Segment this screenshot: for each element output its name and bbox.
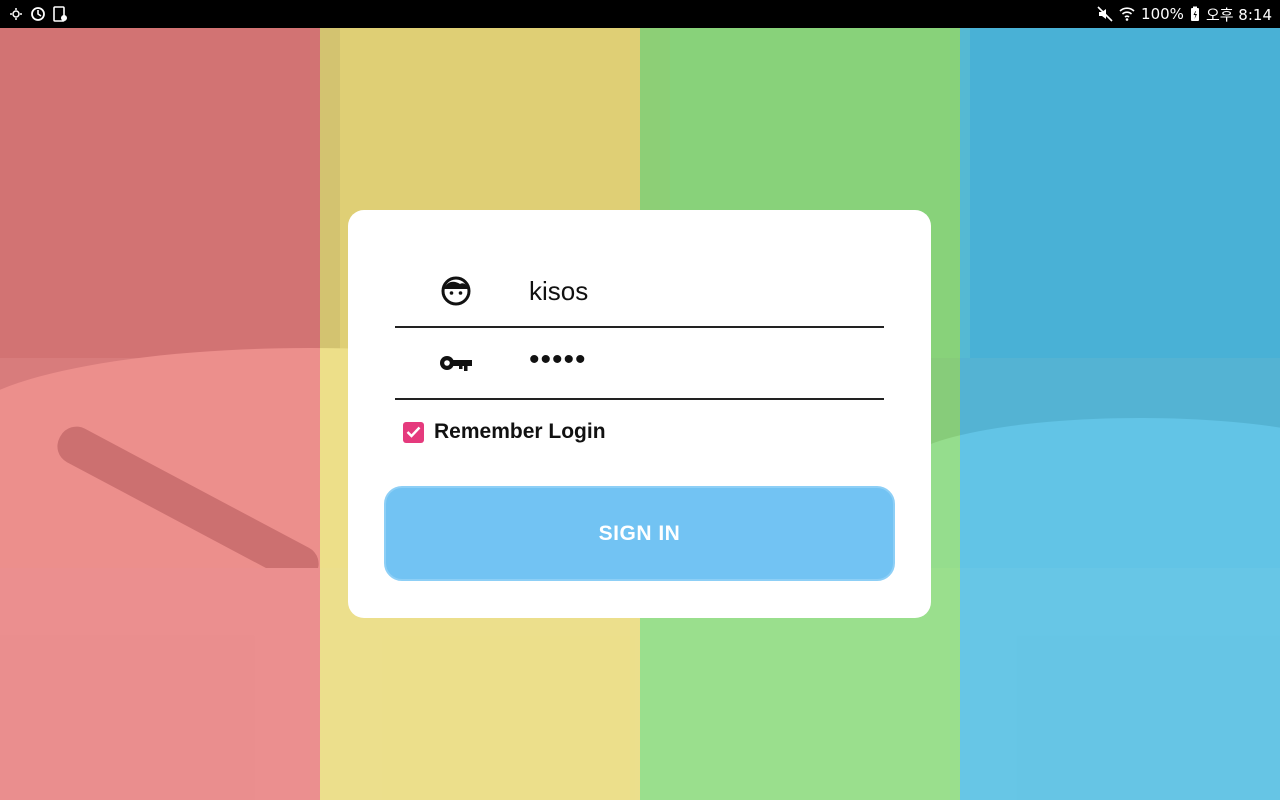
sign-in-button[interactable]: SIGN IN xyxy=(384,486,895,581)
remember-checkbox[interactable] xyxy=(403,421,424,443)
wifi-icon xyxy=(1119,7,1135,21)
stripe-red xyxy=(0,28,320,800)
password-row: ••••• xyxy=(395,328,884,400)
face-icon xyxy=(439,274,473,308)
login-card: ••••• Remember Login SIGN IN xyxy=(348,210,931,618)
battery-icon xyxy=(1190,6,1199,21)
status-right: 100% 오후 8:14 xyxy=(1097,4,1272,25)
username-input[interactable] xyxy=(529,271,869,311)
battery-percent: 100% xyxy=(1141,5,1184,23)
key-icon xyxy=(439,346,473,380)
username-row xyxy=(395,256,884,328)
stripe-blue xyxy=(960,28,1280,800)
status-bar: 100% 오후 8:14 xyxy=(0,0,1280,28)
status-left-icons xyxy=(8,6,68,22)
password-input[interactable]: ••••• xyxy=(529,343,869,383)
screen-mirror-icon xyxy=(10,8,22,20)
clock: 오후 8:14 xyxy=(1205,5,1272,24)
device-icon xyxy=(53,6,67,22)
remember-label: Remember Login xyxy=(434,420,606,443)
check-icon xyxy=(406,426,421,438)
remember-login[interactable]: Remember Login xyxy=(403,420,606,444)
sync-icon xyxy=(31,7,45,21)
mute-icon xyxy=(1097,6,1113,22)
